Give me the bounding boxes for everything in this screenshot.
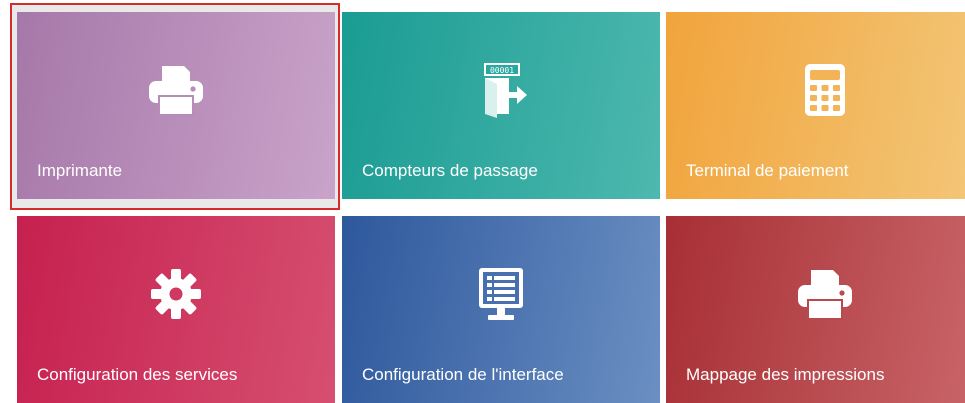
tile-configuration-de-l-interface[interactable]: Configuration de l'interface — [342, 216, 660, 403]
tile-compteurs-de-passage[interactable]: 00001 Compteurs de passage — [342, 12, 660, 199]
tile-label: Configuration de l'interface — [362, 365, 564, 384]
monitor-list-icon — [342, 266, 660, 322]
tile-label: Mappage des impressions — [686, 365, 885, 384]
tile-label: Imprimante — [37, 161, 123, 180]
gear-icon — [17, 266, 335, 322]
tile-terminal-de-paiement[interactable]: Terminal de paiement — [666, 12, 965, 199]
printer-icon — [666, 266, 965, 322]
door-counter-icon: 00001 — [342, 62, 660, 118]
tile-label: Compteurs de passage — [362, 161, 538, 180]
tile-grid: Imprimante 00001 Compteurs de passage Te… — [0, 0, 965, 403]
tile-label: Terminal de paiement — [686, 161, 849, 180]
tile-configuration-des-services[interactable]: Configuration des services — [17, 216, 335, 403]
calculator-icon — [666, 62, 965, 118]
counter-text: 00001 — [490, 66, 514, 75]
tile-imprimante[interactable]: Imprimante — [17, 12, 335, 199]
tile-label: Configuration des services — [37, 365, 238, 384]
printer-icon — [17, 62, 335, 118]
tile-mappage-des-impressions[interactable]: Mappage des impressions — [666, 216, 965, 403]
